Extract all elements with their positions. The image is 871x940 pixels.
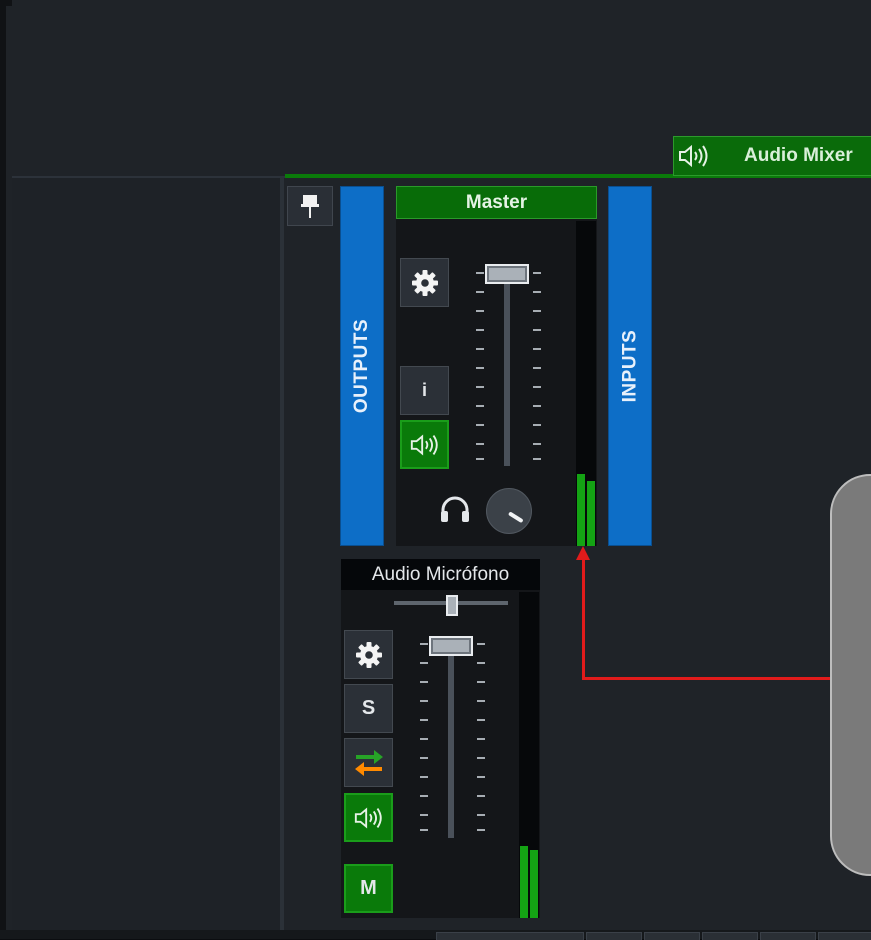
outputs-label: OUTPUTS (351, 318, 372, 414)
mic-meter-right (530, 850, 538, 918)
pin-button[interactable] (287, 186, 333, 226)
master-meter-left (577, 474, 585, 546)
mic-route-button[interactable] (344, 738, 393, 787)
master-fader-handle[interactable] (485, 264, 529, 284)
master-settings-button[interactable] (400, 258, 449, 307)
audio-mixer-tab-label: Audio Mixer (744, 145, 853, 166)
audio-mixer-tab[interactable]: Audio Mixer (673, 136, 871, 176)
mic-fader-track (448, 654, 454, 838)
annotation-callout (830, 474, 871, 876)
mic-meter-left (520, 846, 528, 918)
master-info-button[interactable]: i (400, 366, 449, 415)
left-panel (12, 178, 282, 930)
inputs-bar[interactable]: INPUTS (608, 186, 652, 546)
mic-balance-handle[interactable] (446, 595, 458, 616)
master-meter-right (587, 481, 595, 546)
mic-fader-ticks-left (420, 643, 430, 833)
mic-fader-ticks-right (477, 643, 487, 833)
mic-fader-handle[interactable] (429, 636, 473, 656)
mic-settings-button[interactable] (344, 630, 393, 679)
inputs-label: INPUTS (619, 329, 640, 403)
master-fader-ticks-left (476, 272, 486, 462)
annotation-arrowhead (576, 546, 590, 560)
gear-icon (411, 269, 438, 296)
annotation-line-horizontal (582, 677, 834, 680)
speaker-icon (354, 807, 382, 828)
speaker-icon (410, 434, 438, 455)
mic-solo-button[interactable]: S (344, 684, 393, 733)
panel-splitter[interactable] (280, 178, 284, 930)
gear-icon (355, 641, 382, 668)
mic-channel-name: Audio Micrófono (341, 559, 540, 590)
swap-arrows-icon (354, 749, 383, 776)
mic-mute-button[interactable]: M (344, 864, 393, 913)
speaker-icon (674, 137, 714, 175)
master-fader-track (504, 282, 510, 466)
outputs-bar[interactable]: OUTPUTS (340, 186, 384, 546)
headphones-icon (438, 496, 472, 529)
master-channel-name: Master (396, 186, 597, 219)
pin-icon (301, 195, 319, 218)
headphone-volume-knob[interactable] (486, 488, 532, 534)
annotation-line-vertical (582, 556, 585, 680)
master-audio-button[interactable] (400, 420, 449, 469)
master-fader-ticks-right (533, 272, 543, 462)
mic-audio-button[interactable] (344, 793, 393, 842)
